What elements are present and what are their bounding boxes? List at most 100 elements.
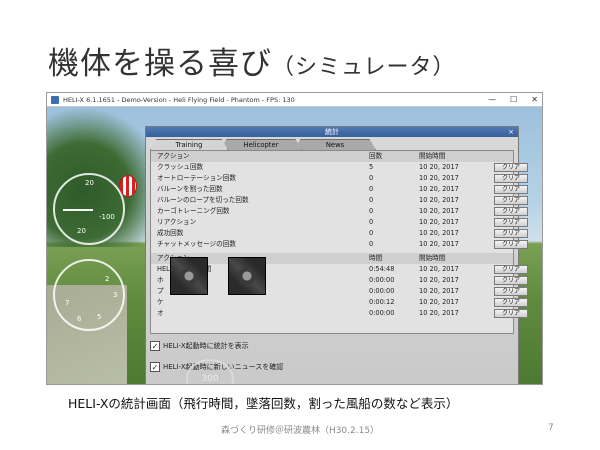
row-start: 10 20, 2017 [419, 174, 459, 182]
dialog-title: 統計 [325, 128, 339, 136]
slide-caption: HELI-Xの統計画面（飛行時間，墜落回数，割った風船の数など表示） [68, 396, 459, 411]
app-screenshot: HELI-X 6.1.1651 - Demo-Version - Heli Fl… [46, 92, 543, 385]
altimeter-gauge: 20 -100 20 [53, 173, 125, 245]
table-row: バルーンのロープを切った回数 0 10 20, 2017 クリア [151, 195, 528, 206]
gauge-number: 2 [105, 275, 110, 283]
row-value: 0:00:12 [369, 298, 395, 306]
slide-footer: 森づくり研修＠研波農林（H30.2.15） [220, 426, 380, 436]
col-time-header: 時間 [369, 254, 383, 262]
row-action: バルーンを割った回数 [157, 185, 223, 193]
table-header: アクション 回数 開始時間 [151, 151, 513, 162]
clear-button[interactable]: クリア [494, 196, 528, 205]
row-start: 10 20, 2017 [419, 298, 459, 306]
clear-button[interactable]: クリア [494, 265, 528, 274]
window-controls: — ☐ ✕ [488, 93, 538, 107]
clear-button[interactable]: クリア [494, 309, 528, 318]
window-title: HELI-X 6.1.1651 - Demo-Version - Heli Fl… [63, 96, 295, 104]
row-action: プ [157, 287, 164, 295]
row-action: ホ [157, 276, 164, 284]
clear-button[interactable]: クリア [494, 240, 528, 249]
gauge-number: 6 [77, 315, 82, 323]
tab-helicopter[interactable]: Helicopter [220, 139, 302, 150]
tab-news[interactable]: News [294, 139, 376, 150]
clear-button[interactable]: クリア [494, 163, 528, 172]
tab-training[interactable]: Training [150, 139, 228, 150]
row-value: 0 [369, 196, 374, 204]
gauge-number: 3 [113, 291, 118, 299]
row-start: 10 20, 2017 [419, 185, 459, 193]
table-row: クラッシュ回数 5 10 20, 2017 クリア [151, 162, 528, 173]
table-row: オートローテーション回数 0 10 20, 2017 クリア [151, 173, 528, 184]
gauge-number: -100 [99, 213, 115, 221]
row-value: 0 [369, 229, 374, 237]
close-icon[interactable]: ✕ [531, 93, 538, 107]
app-icon [51, 96, 59, 104]
row-value: 0:00:00 [369, 309, 395, 317]
row-action: カーゴトレーニング回数 [157, 207, 230, 215]
row-value: 0 [369, 174, 374, 182]
row-start: 10 20, 2017 [419, 163, 459, 171]
page-number: 7 [548, 423, 554, 433]
clear-button[interactable]: クリア [494, 298, 528, 307]
checkbox-mark-icon[interactable]: ✓ [150, 341, 160, 351]
clear-button[interactable]: クリア [494, 207, 528, 216]
checkbox-label: HELI-X起動時に統計を表示 [163, 342, 249, 350]
slide-title-main: 機体を操る喜び [48, 46, 272, 82]
row-start: 10 20, 2017 [419, 218, 459, 226]
row-value: 0:54:48 [369, 265, 395, 273]
dialog-titlebar: 統計 × [146, 127, 518, 137]
row-value: 0 [369, 207, 374, 215]
row-action: ケ [157, 298, 164, 306]
clear-button[interactable]: クリア [494, 276, 528, 285]
col-start-header: 開始時間 [419, 254, 446, 262]
row-start: 10 20, 2017 [419, 309, 459, 317]
row-start: 10 20, 2017 [419, 207, 459, 215]
clear-button[interactable]: クリア [494, 229, 528, 238]
table-row: リアクション 0 10 20, 2017 クリア [151, 217, 528, 228]
clear-button[interactable]: クリア [494, 185, 528, 194]
row-value: 0:00:00 [369, 276, 395, 284]
gauge-number: 5 [97, 313, 102, 321]
row-value: 0:00:00 [369, 287, 395, 295]
row-action: オ [157, 309, 164, 317]
clear-button[interactable]: クリア [494, 218, 528, 227]
gauge-number: 20 [85, 179, 94, 187]
row-value: 0 [369, 240, 374, 248]
clear-button[interactable]: クリア [494, 287, 528, 296]
table-row: バルーンを割った回数 0 10 20, 2017 クリア [151, 184, 528, 195]
row-action: クラッシュ回数 [157, 163, 204, 171]
col-action-header: アクション [157, 152, 190, 160]
window-titlebar: HELI-X 6.1.1651 - Demo-Version - Heli Fl… [47, 93, 542, 107]
table-row: オ 0:00:00 10 20, 2017 クリア [151, 308, 528, 319]
table-row: カーゴトレーニング回数 0 10 20, 2017 クリア [151, 206, 528, 217]
gauge-number: 20 [77, 227, 86, 235]
speaker-icon [170, 257, 208, 295]
row-start: 10 20, 2017 [419, 287, 459, 295]
show-stats-checkbox[interactable]: ✓ HELI-X起動時に統計を表示 [150, 340, 249, 352]
gauge-needle [63, 209, 93, 211]
col-start-header: 開始時間 [419, 152, 446, 160]
clear-button[interactable]: クリア [494, 174, 528, 183]
row-action: オートローテーション回数 [157, 174, 236, 182]
table-row: チャットメッセージの回数 0 10 20, 2017 クリア [151, 239, 528, 250]
dialog-close-icon[interactable]: × [508, 127, 514, 137]
maximize-icon[interactable]: ☐ [510, 93, 517, 107]
slide-title: 機体を操る喜び（シミュレータ） [48, 38, 456, 83]
row-action: チャットメッセージの回数 [157, 240, 236, 248]
row-action: リアクション [157, 218, 197, 226]
row-value: 0 [369, 218, 374, 226]
dialog-tabs: News Helicopter Training [150, 137, 518, 150]
table-row: ケ 0:00:12 10 20, 2017 クリア [151, 297, 528, 308]
checkbox-mark-icon[interactable]: ✓ [150, 362, 160, 372]
training-panel: アクション 回数 開始時間 クラッシュ回数 5 10 20, 2017 クリア オート… [150, 150, 528, 334]
slide-title-sub: （シミュレータ） [272, 55, 456, 80]
row-value: 0 [369, 185, 374, 193]
gauge-number: 7 [65, 299, 70, 307]
row-start: 10 20, 2017 [419, 196, 459, 204]
row-value: 5 [369, 163, 374, 171]
table-row: 成功回数 0 10 20, 2017 クリア [151, 228, 528, 239]
row-start: 10 20, 2017 [419, 276, 459, 284]
row-start: 10 20, 2017 [419, 265, 459, 273]
minimize-icon[interactable]: — [488, 93, 496, 107]
col-count-header: 回数 [369, 152, 383, 160]
